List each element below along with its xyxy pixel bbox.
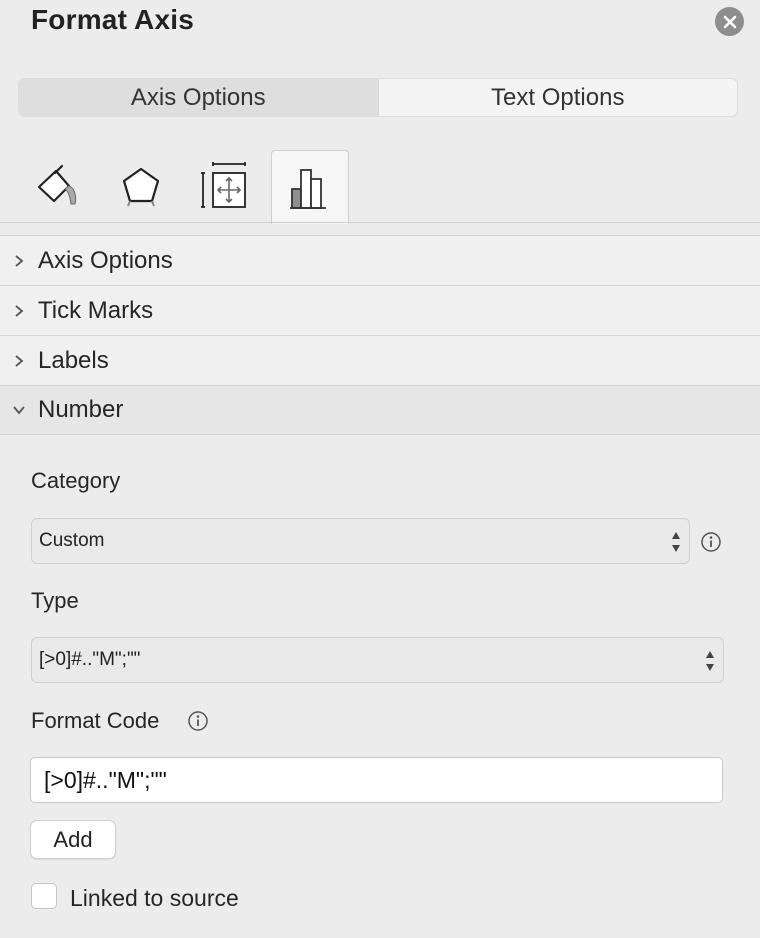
chevron-down-icon bbox=[13, 406, 25, 415]
effects-tab[interactable] bbox=[102, 150, 180, 222]
close-button[interactable] bbox=[715, 7, 744, 36]
section-axis-options[interactable]: Axis Options bbox=[0, 235, 760, 285]
fill-line-tab[interactable] bbox=[20, 150, 98, 222]
category-label: Category bbox=[31, 468, 121, 493]
info-icon[interactable] bbox=[700, 531, 722, 553]
close-icon bbox=[723, 15, 736, 28]
type-label: Type bbox=[31, 588, 79, 613]
axis-options-tab[interactable]: Axis Options bbox=[19, 79, 378, 116]
section-label: Number bbox=[38, 396, 124, 423]
section-tick-marks[interactable]: Tick Marks bbox=[0, 285, 760, 335]
icon-tab-bar bbox=[0, 150, 760, 224]
size-properties-icon bbox=[201, 162, 246, 208]
linked-to-source-checkbox[interactable] bbox=[31, 883, 57, 909]
category-select[interactable]: Custom bbox=[31, 518, 690, 564]
format-code-label: Format Code bbox=[31, 708, 160, 733]
info-icon[interactable] bbox=[187, 710, 209, 732]
fill-line-icon bbox=[37, 164, 77, 205]
section-label: Axis Options bbox=[38, 246, 173, 274]
options-segmented-control: Axis Options Text Options bbox=[18, 78, 738, 117]
tab-baseline-divider bbox=[0, 222, 760, 223]
effects-pentagon-icon bbox=[122, 167, 160, 207]
add-button[interactable]: Add bbox=[30, 820, 116, 859]
chevron-right-icon bbox=[15, 354, 24, 367]
section-number[interactable]: Number bbox=[0, 385, 760, 435]
select-stepper-icon bbox=[706, 651, 714, 671]
panel-title: Format Axis bbox=[31, 4, 194, 35]
chevron-right-icon bbox=[15, 254, 24, 267]
type-select[interactable]: [>0]#.."M";"" bbox=[31, 637, 724, 683]
text-options-tab[interactable]: Text Options bbox=[377, 79, 738, 116]
category-value: Custom bbox=[39, 530, 105, 551]
section-label: Labels bbox=[38, 346, 109, 374]
axis-options-icon-tab[interactable] bbox=[271, 150, 349, 224]
select-stepper-icon bbox=[672, 532, 680, 552]
axis-options-bar-chart-icon bbox=[290, 168, 326, 209]
size-properties-tab[interactable] bbox=[186, 150, 264, 222]
format-code-input[interactable] bbox=[30, 757, 723, 803]
type-value: [>0]#.."M";"" bbox=[39, 649, 141, 670]
chevron-right-icon bbox=[15, 304, 24, 317]
linked-to-source-label: Linked to source bbox=[70, 885, 239, 911]
section-labels[interactable]: Labels bbox=[0, 335, 760, 385]
section-label: Tick Marks bbox=[38, 296, 154, 324]
